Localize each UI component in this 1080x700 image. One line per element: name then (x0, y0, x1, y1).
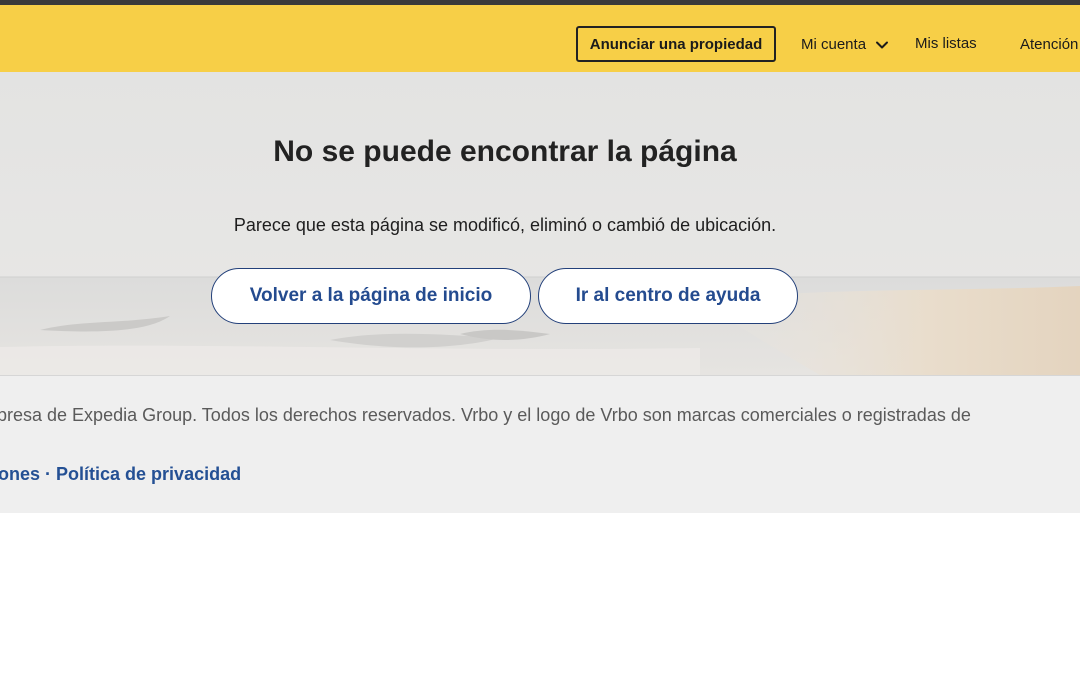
my-account-label: Mi cuenta (801, 36, 867, 53)
terms-link[interactable]: ones (0, 464, 40, 484)
site-header: Anunciar una propiedad Mi cuenta Mis lis… (0, 5, 1080, 72)
error-message: Parece que esta página se modificó, elim… (233, 215, 777, 235)
copyright-text: presa de Expedia Group. Todos los derech… (0, 405, 971, 425)
page-title: No se puede encontrar la página (273, 135, 737, 168)
help-link[interactable]: Atención (1020, 36, 1078, 53)
list-property-button[interactable]: Anunciar una propiedad (576, 26, 776, 62)
my-lists-link[interactable]: Mis listas (915, 35, 977, 52)
site-footer: presa de Expedia Group. Todos los derech… (0, 375, 1080, 513)
privacy-policy-link[interactable]: Política de privacidad (56, 464, 241, 484)
my-account-menu[interactable]: Mi cuenta (801, 36, 889, 53)
help-center-button[interactable]: Ir al centro de ayuda (538, 268, 798, 324)
footer-links: ones · Política de privacidad (0, 464, 241, 485)
hero-banner: No se puede encontrar la página Parece q… (0, 72, 1080, 375)
chevron-down-icon (875, 38, 889, 52)
back-to-home-button[interactable]: Volver a la página de inicio (211, 268, 531, 324)
footer-separator: · (45, 464, 57, 484)
